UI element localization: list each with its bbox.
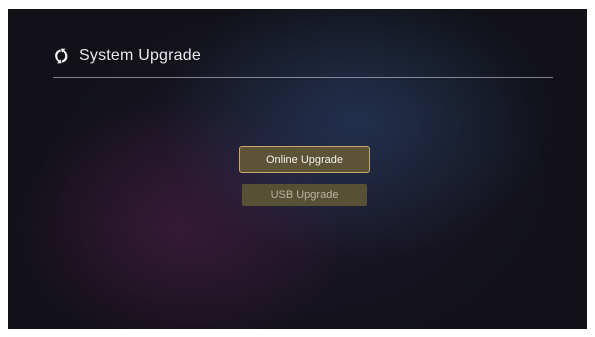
upgrade-icon	[52, 47, 70, 65]
upgrade-screen: System Upgrade Online Upgrade USB Upgrad…	[8, 9, 587, 329]
page-header: System Upgrade	[52, 42, 201, 70]
page-title: System Upgrade	[79, 47, 201, 64]
usb-upgrade-button[interactable]: USB Upgrade	[242, 184, 367, 206]
header-divider	[53, 77, 553, 78]
online-upgrade-button[interactable]: Online Upgrade	[239, 146, 370, 173]
